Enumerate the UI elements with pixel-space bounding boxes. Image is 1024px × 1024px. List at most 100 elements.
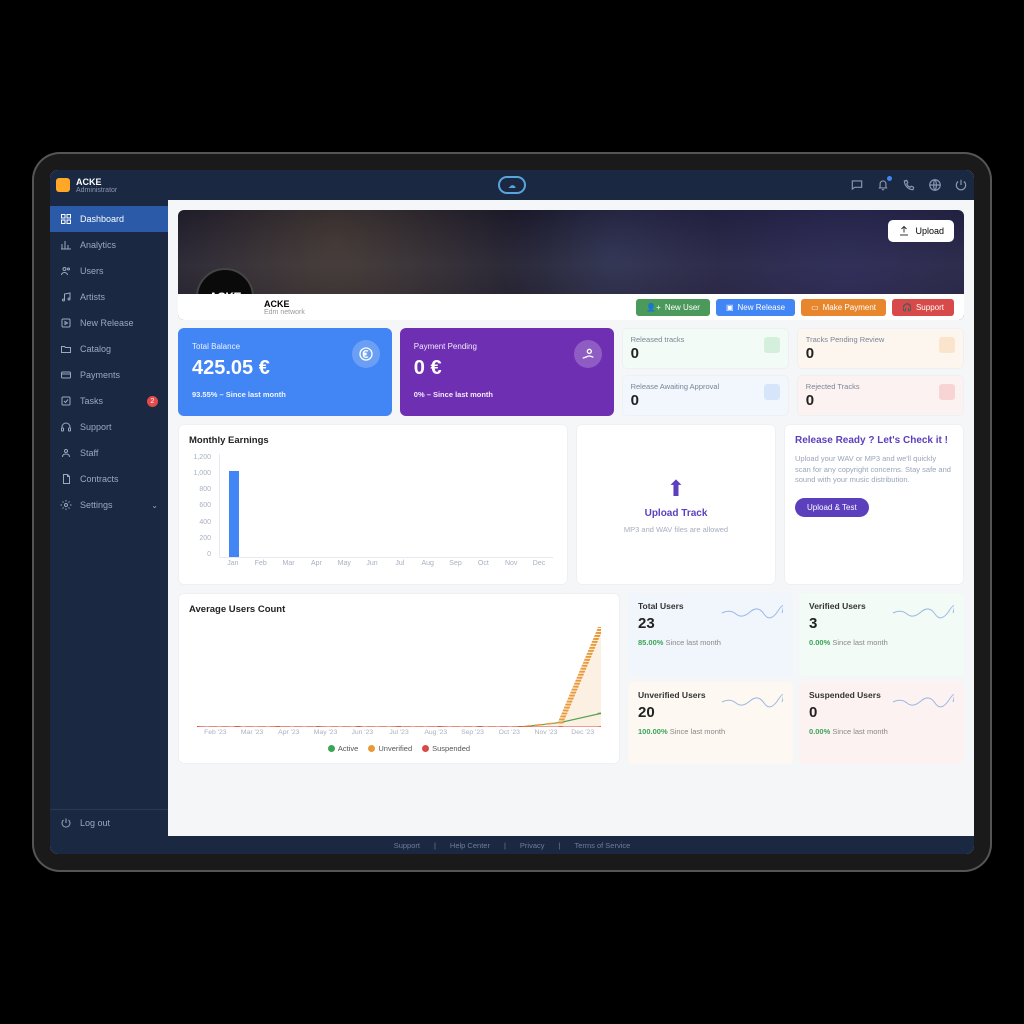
doc-reject-icon (939, 384, 955, 400)
sidebar-item-label: Log out (80, 818, 110, 828)
sidebar-item-label: Users (80, 266, 104, 276)
cloud-icon: ☁ (498, 176, 526, 194)
stat-value: 425.05 € (192, 357, 378, 380)
new-user-button[interactable]: 👤+New User (636, 299, 710, 316)
sidebar-item-label: New Release (80, 318, 134, 328)
sidebar-item-dashboard[interactable]: Dashboard (50, 206, 168, 232)
release-title: Release Ready ? Let's Check it ! (795, 435, 953, 446)
profile-name: ACKE (264, 299, 305, 309)
sidebar-item-new-release[interactable]: New Release (50, 310, 168, 336)
sparkline-icon (892, 692, 954, 710)
footer-privacy[interactable]: Privacy (516, 841, 549, 850)
sidebar-item-catalog[interactable]: Catalog (50, 336, 168, 362)
bell-icon[interactable] (876, 178, 890, 192)
support-icon: 🎧 (902, 303, 912, 312)
stat-total-balance: Total Balance 425.05 € 93.55% – Since la… (178, 328, 392, 416)
footer-support[interactable]: Support (390, 841, 424, 850)
sparkline-icon (721, 692, 783, 710)
upload-arrow-icon: ⬆ (667, 476, 685, 502)
upload-label: Upload (915, 226, 944, 236)
upload-icon (898, 225, 910, 237)
stat-pending-review: Tracks Pending Review 0 (797, 328, 964, 369)
dashboard-icon (60, 213, 72, 225)
sidebar-item-payments[interactable]: Payments (50, 362, 168, 388)
sidebar-item-support[interactable]: Support (50, 414, 168, 440)
topbar-user[interactable]: ACKE Administrator (56, 177, 117, 194)
sidebar-item-label: Dashboard (80, 214, 124, 224)
sidebar: Dashboard Analytics Users Artists New Re… (50, 200, 168, 836)
new-release-button[interactable]: ▣New Release (716, 299, 795, 316)
main-content: Upload ACKE ACKE Edm network 👤+New User … (168, 200, 974, 836)
sidebar-item-label: Contracts (80, 474, 119, 484)
card-title: Monthly Earnings (189, 435, 557, 446)
user-plus-icon: 👤+ (646, 303, 661, 312)
sidebar-item-users[interactable]: Users (50, 258, 168, 284)
chat-icon[interactable] (850, 178, 864, 192)
sidebar-item-logout[interactable]: Log out (50, 810, 168, 836)
stat-total-users: Total Users 23 85.00% Since last month (628, 593, 793, 676)
sidebar-item-label: Artists (80, 292, 105, 302)
power-icon[interactable] (954, 178, 968, 192)
footer-help[interactable]: Help Center (446, 841, 494, 850)
sidebar-item-label: Catalog (80, 344, 111, 354)
sidebar-item-label: Tasks (80, 396, 103, 406)
footer: Support | Help Center | Privacy | Terms … (50, 836, 974, 854)
phone-icon[interactable] (902, 178, 916, 192)
support-button[interactable]: 🎧Support (892, 299, 954, 316)
logout-icon (60, 817, 72, 829)
upload-test-button[interactable]: Upload & Test (795, 498, 869, 517)
sidebar-item-label: Analytics (80, 240, 116, 250)
headset-icon (60, 421, 72, 433)
sidebar-item-staff[interactable]: Staff (50, 440, 168, 466)
upload-track-card[interactable]: ⬆ Upload Track MP3 and WAV files are all… (576, 424, 776, 585)
sidebar-item-label: Payments (80, 370, 120, 380)
legend-unverified: Unverified (368, 744, 412, 753)
card-icon (60, 369, 72, 381)
payment-icon: ▭ (811, 303, 819, 312)
stat-rejected-tracks: Rejected Tracks 0 (797, 375, 964, 416)
sidebar-item-artists[interactable]: Artists (50, 284, 168, 310)
globe-icon[interactable] (928, 178, 942, 192)
upload-button[interactable]: Upload (888, 220, 954, 242)
sidebar-item-analytics[interactable]: Analytics (50, 232, 168, 258)
upload-hint: MP3 and WAV files are allowed (624, 525, 728, 534)
users-icon (60, 265, 72, 277)
topbar: ACKE Administrator ☁ (50, 170, 974, 200)
avg-users-card: Average Users Count Feb '23Mar '23Apr '2… (178, 593, 620, 764)
stat-delta: 93.55% – Since last month (192, 390, 378, 399)
stat-label: Payment Pending (414, 342, 600, 351)
stat-released-tracks: Released tracks 0 (622, 328, 789, 369)
folder-icon (60, 343, 72, 355)
tasks-badge: 2 (147, 396, 158, 407)
sidebar-item-tasks[interactable]: Tasks 2 (50, 388, 168, 414)
tablet-frame: ACKE Administrator ☁ Dashboard Analytics… (32, 152, 992, 872)
team-icon (60, 447, 72, 459)
topbar-logo[interactable]: ☁ (498, 176, 526, 194)
doc-check-icon (764, 337, 780, 353)
doc-review-icon (939, 337, 955, 353)
profile-banner: Upload ACKE ACKE Edm network 👤+New User … (178, 210, 964, 320)
analytics-icon (60, 239, 72, 251)
make-payment-button[interactable]: ▭Make Payment (801, 299, 886, 316)
sidebar-item-contracts[interactable]: Contracts (50, 466, 168, 492)
sidebar-item-settings[interactable]: Settings ⌄ (50, 492, 168, 518)
stat-awaiting-approval: Release Awaiting Approval 0 (622, 375, 789, 416)
monthly-earnings-chart: 1,2001,0008006004002000 JanFebMarAprMayJ… (189, 454, 557, 574)
sparkline-icon (892, 603, 954, 621)
stat-suspended-users: Suspended Users 0 0.00% Since last month (799, 682, 964, 765)
doc-wait-icon (764, 384, 780, 400)
sidebar-item-label: Staff (80, 448, 98, 458)
monthly-earnings-card: Monthly Earnings 1,2001,0008006004002000… (178, 424, 568, 585)
stat-label: Total Balance (192, 342, 378, 351)
topbar-user-role: Administrator (76, 187, 117, 194)
music-icon (60, 291, 72, 303)
stat-verified-users: Verified Users 3 0.00% Since last month (799, 593, 964, 676)
stat-delta: 0% – Since last month (414, 390, 600, 399)
user-avatar-icon (56, 178, 70, 192)
sidebar-item-label: Settings (80, 500, 113, 510)
chevron-down-icon: ⌄ (151, 501, 158, 510)
release-check-card: Release Ready ? Let's Check it ! Upload … (784, 424, 964, 585)
card-title: Average Users Count (189, 604, 609, 615)
sparkline-icon (721, 603, 783, 621)
footer-tos[interactable]: Terms of Service (570, 841, 634, 850)
